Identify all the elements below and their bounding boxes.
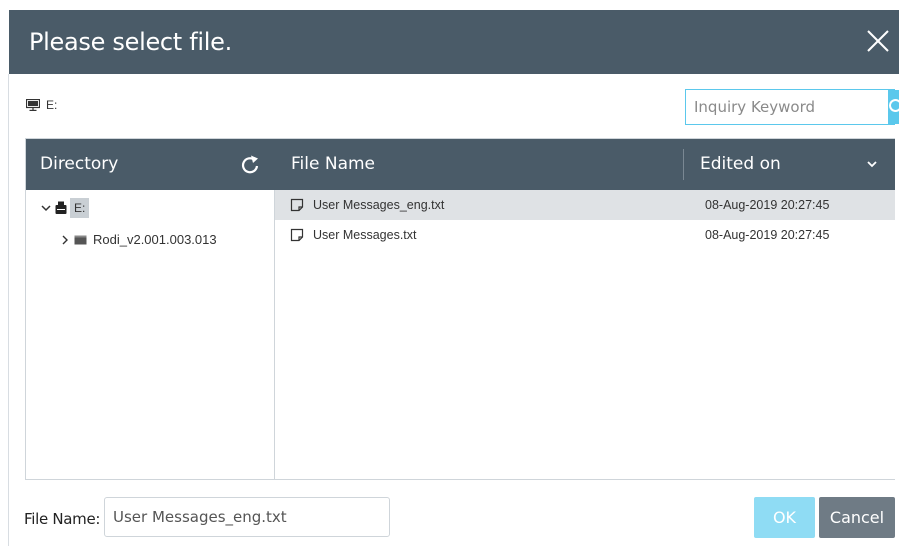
directory-header: Directory [26, 139, 275, 190]
column-divider [683, 149, 684, 180]
search-box [685, 89, 899, 125]
chevron-down-icon[interactable] [865, 157, 879, 171]
location-label: E: [46, 98, 58, 112]
file-row[interactable]: User Messages.txt 08-Aug-2019 20:27:45 [275, 220, 895, 250]
file-name-label: File Name: [24, 510, 101, 528]
file-icon [290, 228, 304, 242]
refresh-icon[interactable] [241, 153, 261, 175]
file-name: User Messages_eng.txt [313, 198, 445, 212]
file-icon [290, 198, 304, 212]
directory-header-label: Directory [40, 154, 119, 174]
tree-node-label: Rodi_v2.001.003.013 [93, 232, 217, 247]
tree-node-root[interactable]: E: [40, 198, 90, 218]
file-name: User Messages.txt [313, 228, 417, 242]
chevron-right-icon[interactable] [60, 234, 70, 246]
file-edited-date: 08-Aug-2019 20:27:45 [705, 228, 830, 242]
dialog-titlebar: Please select file. [9, 10, 899, 74]
monitor-icon [26, 99, 40, 111]
file-list-header: File Name Edited on [275, 139, 895, 190]
column-header-edited-on[interactable]: Edited on [700, 154, 781, 174]
file-row[interactable]: User Messages_eng.txt 08-Aug-2019 20:27:… [275, 190, 895, 220]
search-button[interactable] [888, 90, 899, 124]
browser-panel: Directory File Name Edited on E: Rodi_v2… [25, 138, 895, 480]
search-icon [889, 99, 899, 112]
usb-drive-icon [55, 201, 67, 214]
search-input[interactable] [686, 90, 888, 124]
tree-node-label: E: [70, 198, 90, 218]
folder-icon [74, 235, 87, 245]
dialog-border [8, 74, 9, 546]
tree-node-rodi[interactable]: Rodi_v2.001.003.013 [60, 232, 217, 247]
chevron-down-icon[interactable] [40, 202, 52, 214]
column-header-file-name[interactable]: File Name [291, 154, 375, 174]
ok-button[interactable]: OK [754, 497, 815, 538]
file-name-input[interactable] [104, 497, 390, 537]
current-location: E: [26, 98, 57, 112]
file-list: User Messages_eng.txt 08-Aug-2019 20:27:… [275, 190, 895, 479]
dialog-title: Please select file. [29, 28, 232, 56]
cancel-button[interactable]: Cancel [819, 497, 895, 538]
close-icon[interactable] [865, 28, 891, 54]
directory-tree: E: Rodi_v2.001.003.013 [26, 190, 275, 479]
file-edited-date: 08-Aug-2019 20:27:45 [705, 198, 830, 212]
file-select-dialog: Please select file. E: Directory [0, 0, 899, 546]
